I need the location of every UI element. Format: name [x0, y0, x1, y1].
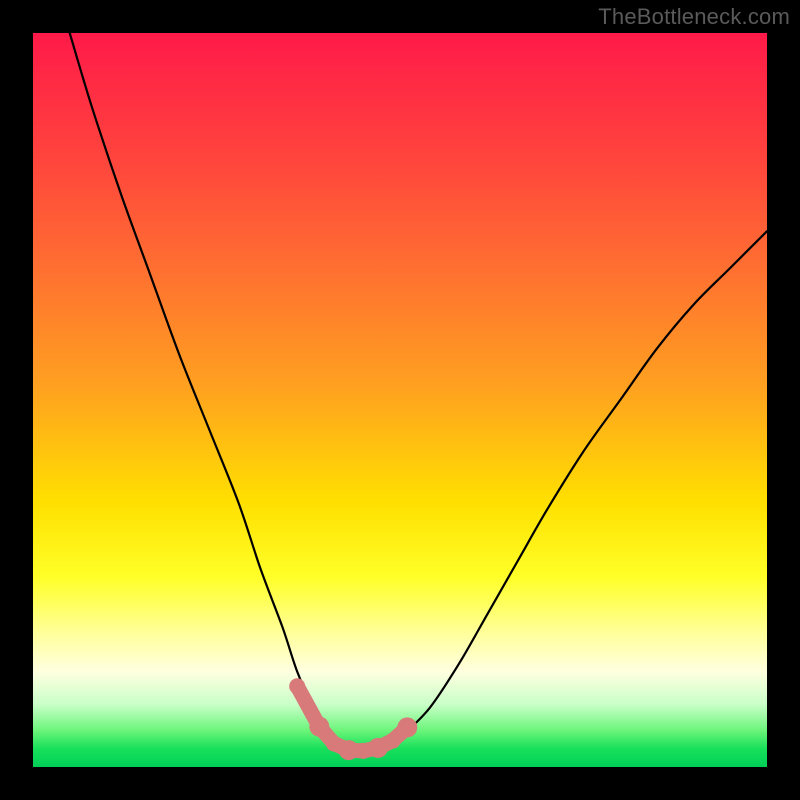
optimal-markers: [289, 678, 417, 760]
marker-dot: [385, 733, 401, 749]
chart-svg: [33, 33, 767, 767]
marker-dot: [289, 678, 305, 694]
marker-dot: [355, 743, 371, 759]
marker-dot: [309, 717, 329, 737]
marker-band: [297, 686, 407, 751]
marker-dot: [326, 736, 342, 752]
chart-frame: TheBottleneck.com: [0, 0, 800, 800]
plot-area: [33, 33, 767, 767]
bottleneck-curve: [70, 33, 767, 753]
watermark-text: TheBottleneck.com: [598, 4, 790, 30]
marker-dot: [368, 738, 388, 758]
marker-dot: [397, 717, 417, 737]
marker-dot: [339, 740, 359, 760]
